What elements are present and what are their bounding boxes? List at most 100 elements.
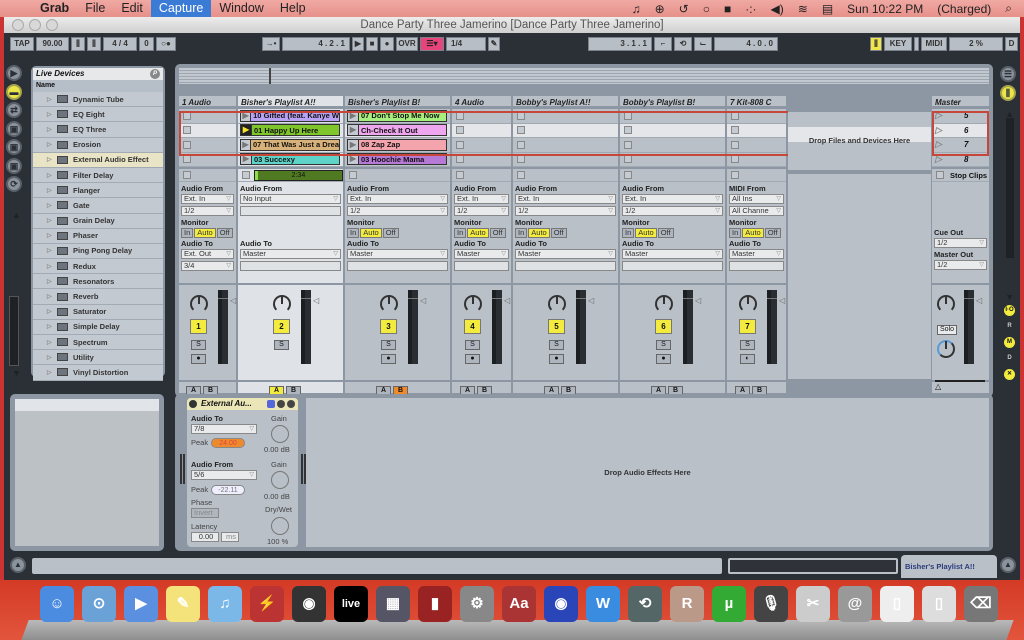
hot-swap-icon[interactable]: ⟳: [6, 176, 22, 192]
solo-button[interactable]: S: [656, 340, 671, 350]
live-devices-browser-icon[interactable]: ▬: [6, 83, 22, 100]
rar-icon[interactable]: R: [670, 586, 704, 622]
volume-slider-handle-icon[interactable]: ◁: [695, 296, 701, 305]
drop-audio-effects-area[interactable]: Drop Audio Effects Here: [306, 398, 989, 547]
computer-midi-keyboard-icon[interactable]: ⫼: [870, 37, 882, 51]
arm-button[interactable]: ◐: [740, 354, 755, 364]
scene-launch-slot[interactable]: ▷ 6: [932, 123, 989, 138]
reload-icon[interactable]: ⚡: [250, 586, 284, 622]
clip-launch-button[interactable]: ▶: [241, 139, 251, 150]
solo-button[interactable]: S: [465, 340, 480, 350]
clip-stop-button[interactable]: [731, 140, 739, 149]
clip[interactable]: ▶ 01 Happy Up Here: [240, 124, 340, 137]
expand-triangle-icon[interactable]: ▷: [47, 126, 57, 133]
volume-slider-handle-icon[interactable]: ◁: [313, 296, 319, 305]
input-channel-select[interactable]: 1/2 ▽: [515, 206, 616, 216]
stop-clips-button[interactable]: [456, 171, 464, 179]
monitor-off-button[interactable]: Off: [489, 228, 506, 238]
arrangement-position-field[interactable]: 4 . 2 . 1: [282, 37, 350, 51]
clip-stop-button[interactable]: [731, 111, 739, 120]
menu-edit[interactable]: Edit: [113, 0, 151, 17]
device-power-icon[interactable]: [189, 400, 197, 408]
scene-launch-icon[interactable]: ▷: [935, 154, 942, 165]
clip[interactable]: ▶ 03 Hoochie Mama: [347, 153, 447, 166]
arrangement-view-icon[interactable]: ☰: [1000, 66, 1016, 82]
solo-button[interactable]: S: [381, 340, 396, 350]
expand-triangle-icon[interactable]: ▷: [47, 263, 57, 270]
monitor-auto-button[interactable]: Auto: [467, 228, 489, 238]
clip-slot[interactable]: [727, 153, 786, 167]
volume-slider-handle-icon[interactable]: ◁: [230, 296, 236, 305]
system-preferences-icon[interactable]: ⚙: [460, 586, 494, 622]
clip[interactable]: ▶ 07 That Was Just a Drea: [240, 138, 340, 151]
detail-view-toggle-icon[interactable]: ▲: [1000, 557, 1016, 573]
metronome-count-field[interactable]: 0: [139, 37, 154, 51]
monitor-in-button[interactable]: In: [515, 228, 528, 238]
clip-stop-button[interactable]: [456, 111, 464, 120]
browser-scrollbar[interactable]: [9, 296, 19, 366]
drop-files-area[interactable]: Drop Files and Devices Here: [788, 112, 931, 170]
mail-icon[interactable]: @: [838, 586, 872, 622]
input-flag-icon[interactable]: ▤: [822, 2, 833, 16]
track-title[interactable]: 7 Kit-808 C: [727, 96, 786, 109]
device-chain-left-grip[interactable]: [180, 454, 185, 484]
music-note-icon[interactable]: ♫: [632, 2, 641, 16]
reason-icon[interactable]: ▦: [376, 586, 410, 622]
stop-clips-button[interactable]: [731, 171, 739, 179]
arm-button[interactable]: ●: [656, 354, 671, 364]
clip-slot[interactable]: [452, 123, 511, 138]
session-scrollbar[interactable]: [1006, 118, 1014, 258]
scene-launch-slot[interactable]: ▷ 8: [932, 153, 989, 167]
browser-item[interactable]: ▷ Grain Delay: [33, 213, 163, 229]
expand-triangle-icon[interactable]: ▷: [47, 339, 57, 346]
browser-item[interactable]: ▷ External Audio Effect: [33, 152, 163, 168]
volume-fader-meter[interactable]: [683, 290, 693, 364]
browser-item[interactable]: ▷ Filter Delay: [33, 167, 163, 184]
device-save-icon[interactable]: [287, 400, 295, 408]
cue-out-select[interactable]: 1/2 ▽: [934, 238, 987, 248]
master-out-select[interactable]: 1/2 ▽: [934, 260, 987, 270]
volume-fader-meter[interactable]: [576, 290, 586, 364]
clip-slot[interactable]: [620, 138, 725, 153]
track-activator-button[interactable]: 3: [380, 319, 397, 334]
clip-slot[interactable]: ▶ 10 Gifted (feat. Kanye W: [238, 109, 343, 124]
browser-item[interactable]: ▷ Flanger: [33, 183, 163, 199]
quantization-select[interactable]: 1/4: [446, 37, 486, 51]
clip-slot[interactable]: [452, 138, 511, 153]
output-channel-select[interactable]: [240, 261, 341, 271]
punch-in-button[interactable]: ⌐: [654, 37, 672, 51]
clip-slot[interactable]: [513, 109, 618, 124]
input-channel-select[interactable]: 1/2 ▽: [622, 206, 723, 216]
clip-slot[interactable]: [179, 109, 236, 124]
preview-toggle-icon[interactable]: P: [150, 69, 160, 79]
clip-stop-button[interactable]: [456, 140, 464, 149]
browser-item[interactable]: ▷ Ping Pong Delay: [33, 243, 163, 260]
clip-launch-button[interactable]: ▶: [348, 125, 359, 136]
invert-phase-button[interactable]: Invert: [191, 508, 219, 518]
preview-icon[interactable]: ✂: [796, 586, 830, 622]
input-type-select[interactable]: Ext. In ▽: [454, 194, 509, 204]
scene-launch-icon[interactable]: ▷: [935, 125, 942, 136]
expand-triangle-icon[interactable]: ▷: [47, 141, 57, 148]
volume-slider-handle-icon[interactable]: ◁: [420, 296, 426, 305]
clip[interactable]: ▶ 03 Succexy: [240, 153, 340, 166]
clip[interactable]: ▶ Ch-Check It Out: [347, 124, 447, 137]
file-browser-1-icon[interactable]: ▣: [6, 120, 22, 137]
overdub-button[interactable]: OVR: [396, 37, 418, 51]
punch-out-button[interactable]: ⌙: [694, 37, 712, 51]
peak-out-indicator[interactable]: 24.00: [211, 438, 245, 448]
draw-mode-pencil-icon[interactable]: ✎: [488, 37, 500, 51]
output-type-select[interactable]: Master ▽: [454, 249, 509, 259]
quantize-menu-button[interactable]: ☰▾: [420, 37, 444, 51]
menu-capture[interactable]: Capture: [150, 0, 212, 17]
clip-slot[interactable]: ▶ 01 Happy Up Here: [238, 123, 343, 138]
mixer-section-toggle[interactable]: M: [1004, 337, 1015, 348]
expand-triangle-icon[interactable]: ▷: [47, 232, 57, 239]
pan-knob[interactable]: [464, 295, 482, 313]
pan-knob[interactable]: [739, 295, 757, 313]
input-channel-select[interactable]: 1/2 ▽: [181, 206, 234, 216]
volume-fader-meter[interactable]: [767, 290, 777, 364]
ableton-live-icon[interactable]: live: [334, 586, 368, 622]
close-window-button[interactable]: [12, 19, 24, 31]
monitor-off-button[interactable]: Off: [382, 228, 399, 238]
